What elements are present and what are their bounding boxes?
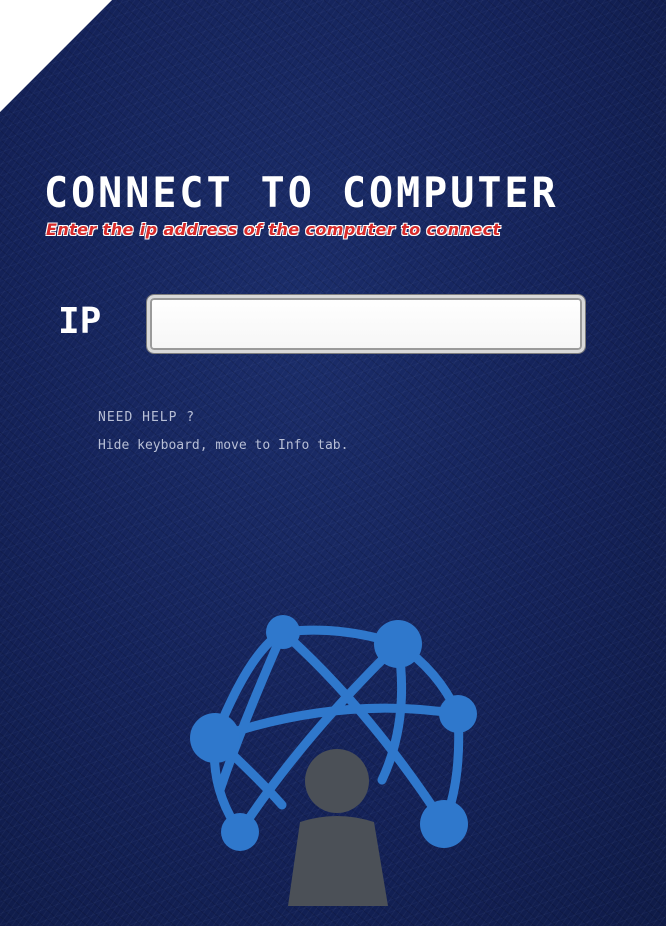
ip-label: IP (58, 301, 102, 342)
connect-screen: CONNECT TO COMPUTER Enter the ip address… (0, 0, 666, 926)
help-title: NEED HELP ? (98, 410, 196, 425)
network-nodes (190, 615, 477, 851)
page-title: CONNECT TO COMPUTER (44, 169, 559, 218)
ip-address-input[interactable] (147, 295, 585, 353)
page-corner-fold (0, 0, 112, 112)
network-user-icon (190, 615, 477, 906)
person-silhouette (288, 749, 388, 906)
help-text: Hide keyboard, move to Info tab. (98, 438, 349, 453)
page-subtitle: Enter the ip address of the computer to … (46, 220, 501, 239)
